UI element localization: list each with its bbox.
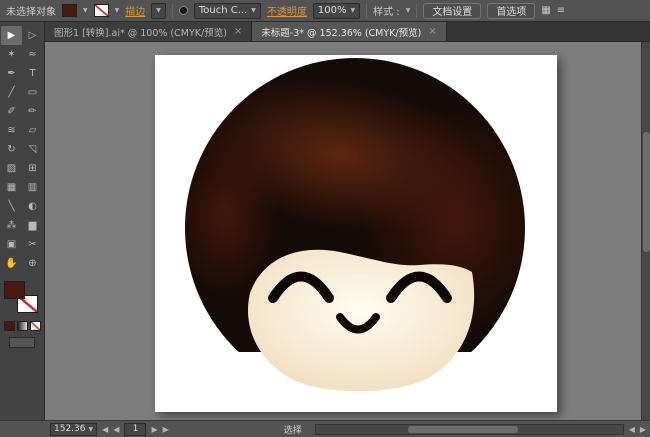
first-artboard-icon[interactable]: ◀	[102, 425, 108, 434]
style-chevron-down-icon[interactable]: ▼	[406, 7, 411, 14]
selection-status-text: 未选择对象	[6, 3, 56, 18]
status-readout-label: 选择	[284, 423, 302, 436]
workspace-switcher-icon[interactable]: ▦	[541, 5, 550, 16]
color-button[interactable]	[4, 321, 15, 331]
document-tab-bar: 图形1 [转换].ai* @ 100% (CMYK/预览) × 未标题-3* @…	[45, 22, 650, 42]
tab-document-1[interactable]: 图形1 [转换].ai* @ 100% (CMYK/预览) ×	[45, 22, 252, 41]
tool-grid: ▶▷✶≈✒T╱▭✐✏≋▱↻◹▨⊞▦▥╲◐⁂▆▣✂✋⊕	[0, 26, 44, 273]
opacity-panel-link[interactable]: 不透明度	[267, 3, 307, 18]
stroke-weight-dropdown[interactable]: ▼	[151, 3, 166, 19]
style-label: 样式 :	[373, 3, 400, 18]
panel-menu-icon[interactable]: ≡	[557, 5, 565, 16]
scale-tool[interactable]: ◹	[22, 140, 43, 159]
rectangle-tool[interactable]: ▭	[22, 83, 43, 102]
chevron-down-icon: ▼	[251, 7, 256, 14]
vertical-scrollbar-thumb[interactable]	[643, 132, 650, 252]
horizontal-scrollbar[interactable]	[315, 424, 624, 435]
direct-selection-tool[interactable]: ▷	[22, 26, 43, 45]
stroke-panel-link[interactable]: 描边	[125, 3, 145, 18]
last-artboard-icon[interactable]: ▶	[163, 425, 169, 434]
artboard-tool[interactable]: ▣	[1, 235, 22, 254]
status-bar: 152.36 ▼ ◀ ◀ 1 ▶ ▶ 选择 ◀ ▶	[0, 420, 650, 437]
hand-tool[interactable]: ✋	[1, 254, 22, 273]
gradient-tool[interactable]: ▥	[22, 178, 43, 197]
vertical-scrollbar[interactable]	[641, 42, 650, 420]
perspective-grid-tool[interactable]: ⊞	[22, 159, 43, 178]
screen-mode-button[interactable]	[9, 337, 35, 348]
tab-label: 图形1 [转换].ai* @ 100% (CMYK/预览)	[54, 25, 227, 39]
line-segment-tool[interactable]: ╱	[1, 83, 22, 102]
fill-stroke-indicator	[4, 281, 40, 317]
opacity-value: 100%	[318, 5, 347, 16]
next-artboard-icon[interactable]: ▶	[151, 425, 157, 434]
stroke-color-swatch[interactable]	[94, 4, 109, 17]
selection-tool[interactable]: ▶	[1, 26, 22, 45]
color-mode-buttons	[0, 321, 44, 331]
chevron-down-icon: ▼	[89, 426, 94, 433]
zoom-level-dropdown[interactable]: 152.36 ▼	[50, 423, 97, 436]
artboard-number-field[interactable]: 1	[124, 423, 146, 436]
pencil-tool[interactable]: ✏	[22, 102, 43, 121]
face-shape[interactable]	[248, 250, 474, 392]
gradient-button[interactable]	[17, 321, 28, 331]
artwork-cartoon-face	[155, 55, 557, 412]
fill-color-swatch[interactable]	[62, 4, 77, 17]
magic-wand-tool[interactable]: ✶	[1, 45, 22, 64]
opacity-dropdown[interactable]: 100% ▼	[313, 3, 360, 19]
shape-builder-tool[interactable]: ▨	[1, 159, 22, 178]
type-tool[interactable]: T	[22, 64, 43, 83]
tab-document-2-active[interactable]: 未标题-3* @ 152.36% (CMYK/预览) ×	[252, 22, 446, 41]
artboard[interactable]	[155, 55, 557, 412]
eraser-tool[interactable]: ▱	[22, 121, 43, 140]
canvas-area[interactable]	[45, 42, 650, 420]
brush-definition-value: Touch C...	[199, 5, 247, 16]
pen-tool[interactable]: ✒	[1, 64, 22, 83]
fill-chevron-down-icon[interactable]: ▼	[83, 7, 88, 14]
width-tool[interactable]: ≋	[1, 121, 22, 140]
chevron-down-icon: ▼	[351, 7, 356, 14]
mesh-tool[interactable]: ▦	[1, 178, 22, 197]
scroll-left-icon[interactable]: ◀	[629, 425, 635, 434]
brush-definition-dropdown[interactable]: Touch C... ▼	[194, 3, 261, 19]
divider	[416, 4, 417, 18]
stroke-chevron-down-icon[interactable]: ▼	[115, 7, 120, 14]
preferences-button[interactable]: 首选项	[487, 3, 535, 19]
control-bar: 未选择对象 ▼ ▼ 描边 ▼ Touch C... ▼ 不透明度 100% ▼ …	[0, 0, 650, 22]
chevron-down-icon: ▼	[156, 7, 161, 14]
scroll-right-icon[interactable]: ▶	[640, 425, 646, 434]
previous-artboard-icon[interactable]: ◀	[113, 425, 119, 434]
eyedropper-tool[interactable]: ╲	[1, 197, 22, 216]
zoom-tool[interactable]: ⊕	[22, 254, 43, 273]
fill-indicator-swatch[interactable]	[4, 281, 25, 299]
tools-panel: ▶▷✶≈✒T╱▭✐✏≋▱↻◹▨⊞▦▥╲◐⁂▆▣✂✋⊕	[0, 22, 45, 420]
zoom-value: 152.36	[54, 424, 86, 434]
close-icon[interactable]: ×	[428, 26, 436, 37]
paintbrush-tool[interactable]: ✐	[1, 102, 22, 121]
tab-label: 未标题-3* @ 152.36% (CMYK/预览)	[261, 25, 421, 39]
close-icon[interactable]: ×	[234, 26, 242, 37]
symbol-sprayer-tool[interactable]: ⁂	[1, 216, 22, 235]
rotate-tool[interactable]: ↻	[1, 140, 22, 159]
lasso-tool[interactable]: ≈	[22, 45, 43, 64]
brush-definition-icon	[179, 6, 188, 15]
divider	[366, 4, 367, 18]
blend-tool[interactable]: ◐	[22, 197, 43, 216]
illustrator-window: 未选择对象 ▼ ▼ 描边 ▼ Touch C... ▼ 不透明度 100% ▼ …	[0, 0, 650, 437]
slice-tool[interactable]: ✂	[22, 235, 43, 254]
graph-tool[interactable]: ▆	[22, 216, 43, 235]
horizontal-scrollbar-thumb[interactable]	[408, 426, 518, 433]
none-button[interactable]	[30, 321, 41, 331]
document-setup-button[interactable]: 文档设置	[423, 3, 481, 19]
divider	[172, 4, 173, 18]
